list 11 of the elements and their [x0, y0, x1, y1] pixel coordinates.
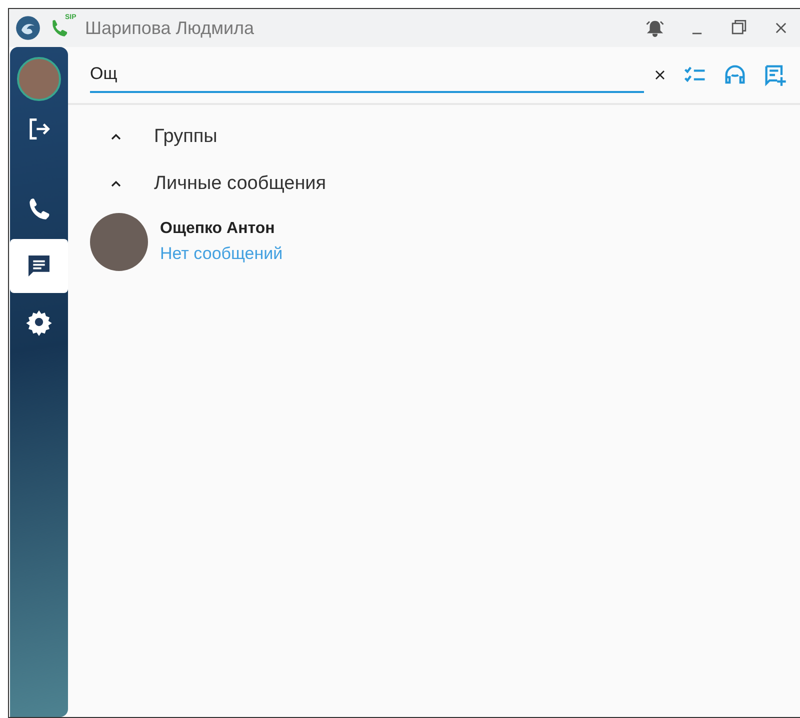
contact-status: Нет сообщений [160, 244, 283, 264]
settings-icon [25, 308, 53, 336]
search-field[interactable]: Ощ [90, 57, 644, 93]
section-header[interactable]: Личные сообщения [108, 160, 800, 207]
contact-name: Ощепко Антон [160, 220, 276, 238]
section-header[interactable]: Группы [108, 113, 800, 160]
window-title: Шарипова Людмила [85, 18, 254, 38]
contact-item[interactable]: Ощепко Антон Нет сообщений [90, 213, 800, 271]
user-avatar[interactable] [17, 57, 61, 101]
chat-nav-item[interactable] [10, 239, 68, 293]
app-logo-icon [15, 15, 41, 41]
